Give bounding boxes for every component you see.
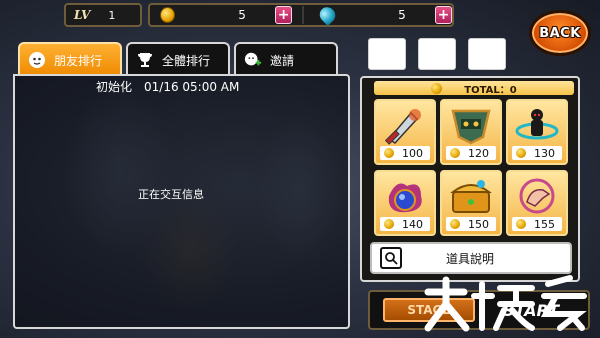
tab-invite[interactable]: 邀請 — [234, 42, 338, 76]
shield-icon — [447, 105, 495, 145]
coin-icon — [516, 148, 526, 158]
shop-item-sword[interactable]: 100 — [374, 99, 436, 165]
price-value: 150 — [468, 217, 489, 231]
spirit-ring-icon — [513, 105, 561, 145]
coin-icon — [516, 219, 526, 229]
item-price: 140 — [380, 217, 430, 231]
add-friend-icon — [244, 51, 262, 69]
tab-global-ranking[interactable]: 全體排行 — [126, 42, 230, 76]
coin-icon — [384, 148, 394, 158]
treasure-chest-icon — [447, 176, 495, 216]
shop-item-ring[interactable]: 130 — [506, 99, 568, 165]
trophy-icon — [136, 51, 154, 69]
resource-divider — [302, 6, 304, 24]
loading-status-text: 正在交互信息 — [138, 188, 204, 201]
item-explain-button[interactable]: 道具說明 — [370, 242, 572, 274]
coin-icon — [384, 219, 394, 229]
magic-orb-icon — [381, 176, 429, 216]
item-price: 130 — [512, 146, 562, 160]
add-coins-button[interactable]: + — [275, 6, 293, 24]
tab-label: 邀請 — [270, 53, 295, 68]
gem-count: 5 — [398, 8, 406, 22]
price-value: 140 — [402, 217, 423, 231]
equip-slot-1[interactable] — [368, 38, 406, 70]
coin-count: 5 — [238, 8, 246, 22]
shop-item-shield[interactable]: 120 — [440, 99, 502, 165]
add-gems-button[interactable]: + — [434, 6, 452, 24]
tab-friend-ranking[interactable]: 朋友排行 — [18, 42, 122, 76]
gem-icon — [316, 4, 339, 26]
shop-item-gauntlet[interactable]: 155 — [506, 170, 568, 236]
coin-icon — [431, 82, 443, 94]
price-value: 130 — [534, 146, 555, 160]
magnifier-icon — [380, 247, 402, 269]
sword-icon — [381, 105, 429, 145]
item-price: 100 — [380, 146, 430, 160]
coin-icon — [450, 219, 460, 229]
price-value: 100 — [402, 146, 423, 160]
total-bar: TOTAL：0 — [374, 81, 574, 96]
tab-label: 全體排行 — [162, 53, 211, 68]
total-label: TOTAL：0 — [464, 84, 517, 96]
shop-item-chest[interactable]: 150 — [440, 170, 502, 236]
item-price: 120 — [446, 146, 496, 160]
resource-bar: 5 + 5 + — [148, 3, 454, 27]
back-button[interactable]: BACK — [529, 10, 591, 56]
coin-icon — [450, 148, 460, 158]
person-icon — [28, 51, 46, 69]
watermark-logo — [420, 274, 590, 338]
price-value: 155 — [534, 217, 555, 231]
back-button-label: BACK — [539, 25, 581, 41]
level-display: LV 1 — [64, 3, 142, 27]
level-tag: LV — [74, 8, 91, 22]
price-value: 120 — [468, 146, 489, 160]
item-explain-label: 道具說明 — [446, 251, 495, 266]
item-price: 150 — [446, 217, 496, 231]
equip-slot-3[interactable] — [468, 38, 506, 70]
coin-icon — [160, 7, 176, 23]
equip-slot-2[interactable] — [418, 38, 456, 70]
gauntlet-icon — [513, 176, 561, 216]
shop-item-orb[interactable]: 140 — [374, 170, 436, 236]
tab-label: 朋友排行 — [54, 53, 103, 68]
init-status-text: 初始化 01/16 05:00 AM — [96, 80, 240, 94]
item-price: 155 — [512, 217, 562, 231]
level-value: 1 — [108, 8, 116, 22]
